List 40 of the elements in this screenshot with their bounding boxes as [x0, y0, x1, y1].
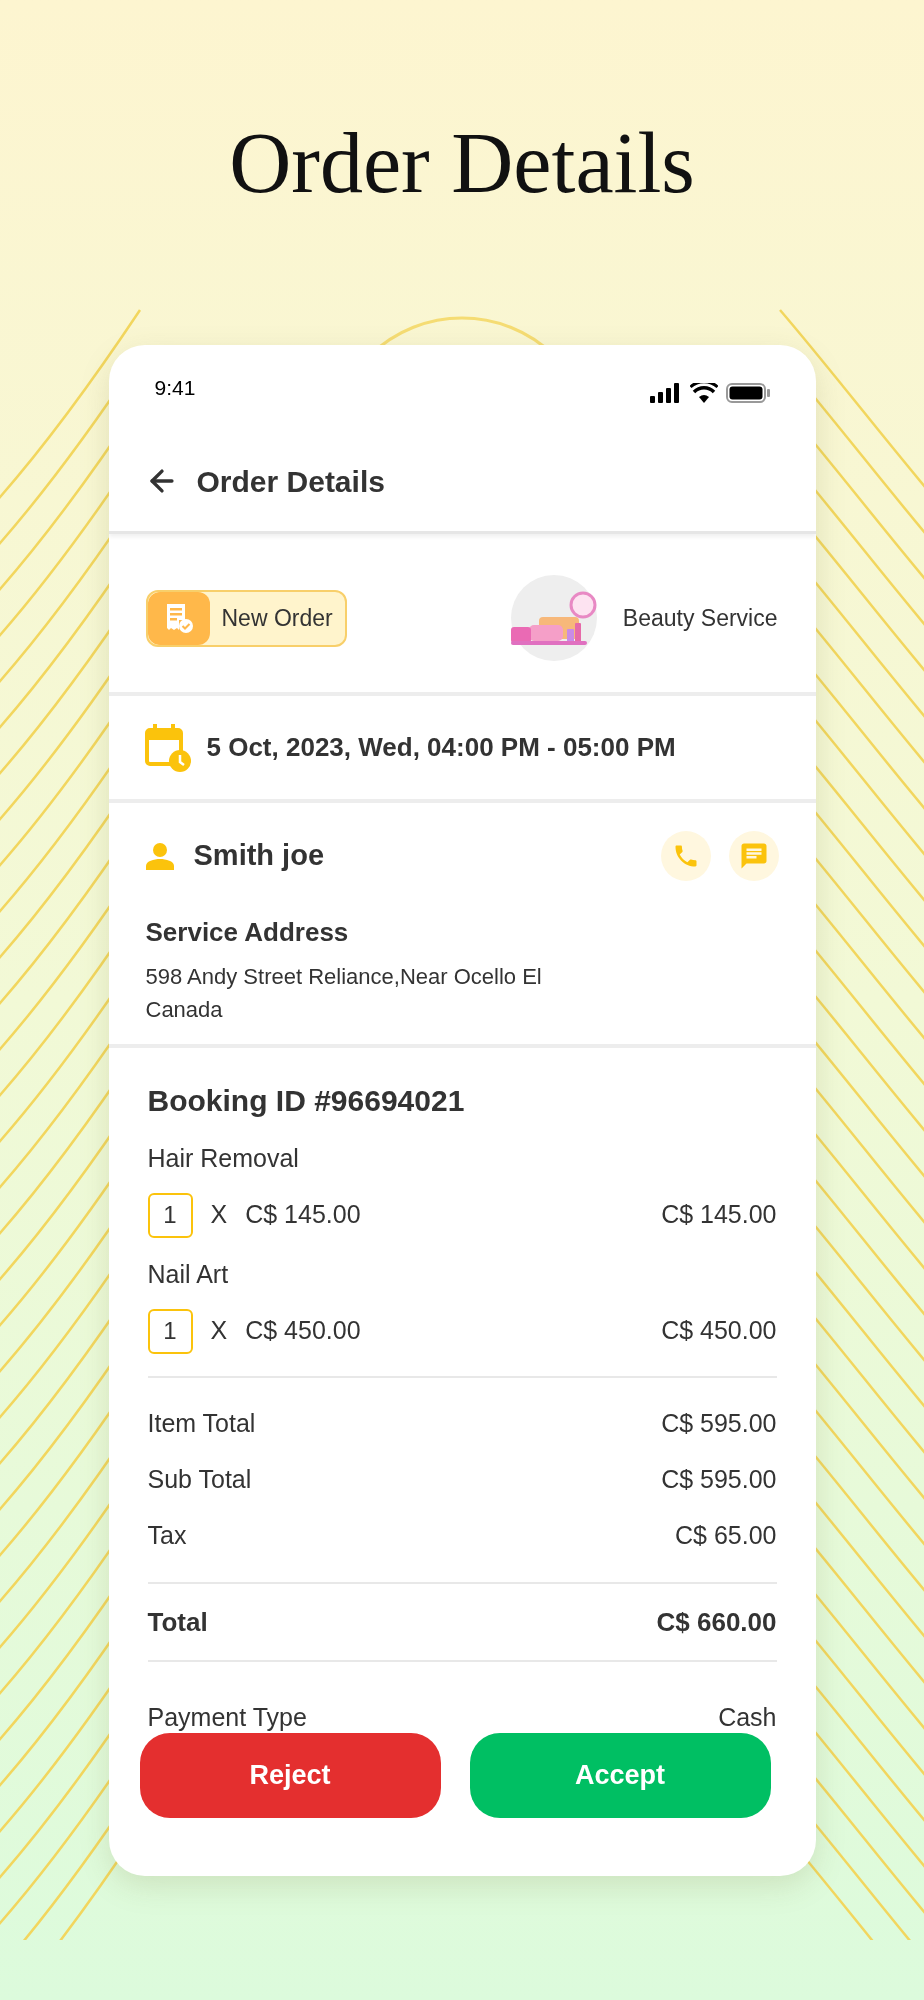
badge-label: New Order: [220, 603, 334, 633]
summary-value: C$ 65.00: [675, 1520, 777, 1552]
address-line: Canada: [145, 996, 224, 1024]
address-label: Service Address: [145, 916, 350, 949]
payment-value: Cash: [718, 1702, 777, 1734]
schedule-text: 5 Oct, 2023, Wed, 04:00 PM - 05:00 PM: [206, 731, 676, 764]
payment-label: Payment Type: [147, 1702, 307, 1734]
multiply-sign: X: [210, 1199, 228, 1231]
person-icon: [145, 842, 174, 870]
multiply-sign: X: [210, 1315, 228, 1347]
quantity-field: 1: [147, 1308, 193, 1354]
summary-label: Tax: [147, 1520, 187, 1552]
unit-price: C$ 450.00: [245, 1315, 361, 1347]
booking-id: Booking ID #96694021: [147, 1082, 466, 1119]
summary-label: Total: [147, 1605, 208, 1639]
wifi-icon: [689, 383, 718, 403]
quantity-field: 1: [147, 1192, 193, 1238]
address-line: 598 Andy Street Reliance,Near Ocello El: [145, 963, 543, 991]
reject-button[interactable]: Reject: [139, 1733, 441, 1818]
calendar-clock-icon: [144, 723, 191, 772]
line-amount: C$ 450.00: [661, 1315, 777, 1347]
summary-label: Sub Total: [147, 1464, 252, 1496]
battery-icon: [725, 383, 770, 403]
message-button[interactable]: [728, 831, 779, 881]
page-headline: Order Details: [229, 120, 695, 206]
summary-value: C$ 660.00: [656, 1605, 777, 1639]
signal-icon: [649, 383, 682, 403]
status-time: 9:41: [154, 374, 196, 401]
header-title: Order Details: [196, 463, 385, 500]
summary-value: C$ 595.00: [661, 1464, 777, 1496]
summary-value: C$ 595.00: [661, 1408, 777, 1440]
category-label: Beauty Service: [622, 603, 778, 633]
service-name: Nail Art: [147, 1259, 230, 1291]
summary-label: Item Total: [147, 1408, 256, 1440]
unit-price: C$ 145.00: [245, 1199, 361, 1231]
service-name: Hair Removal: [147, 1143, 300, 1175]
line-amount: C$ 145.00: [661, 1199, 777, 1231]
customer-name: Smith joe: [193, 838, 324, 874]
call-button[interactable]: [660, 831, 711, 881]
accept-button[interactable]: Accept: [469, 1733, 771, 1818]
